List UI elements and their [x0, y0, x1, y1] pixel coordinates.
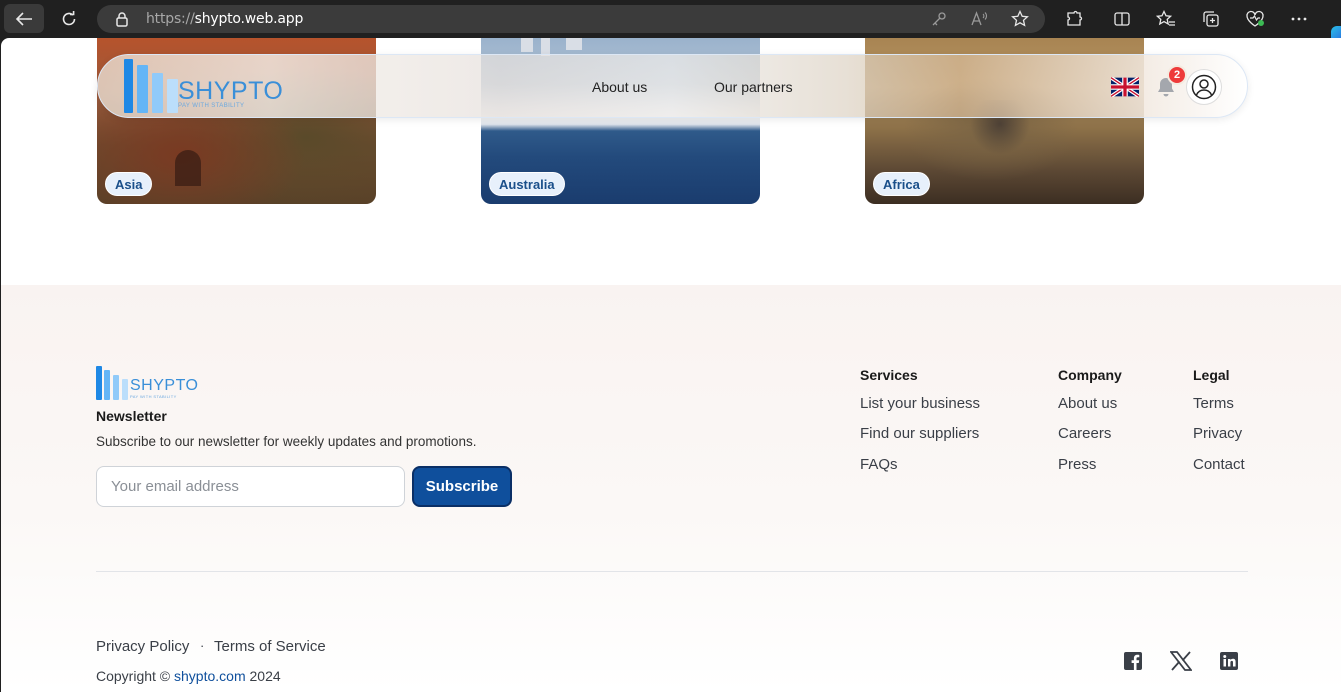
site-header: SHYPTO PAY WITH STABILITY About us Our p… [97, 54, 1248, 118]
browser-toolbar: https://shypto.web.app [0, 0, 1341, 38]
link-faqs[interactable]: FAQs [860, 456, 898, 473]
copilot-icon[interactable] [1331, 26, 1341, 38]
link-about-us[interactable]: About us [1058, 395, 1117, 412]
uk-flag-icon[interactable] [1111, 77, 1139, 97]
reload-icon [62, 10, 76, 25]
logo-wordmark: SHYPTO [178, 77, 284, 105]
copyright-site-link[interactable]: shypto.com [174, 668, 246, 684]
newsletter-description: Subscribe to our newsletter for weekly u… [96, 434, 477, 449]
linkedin-icon[interactable] [1218, 650, 1240, 672]
logo-bar [104, 370, 110, 400]
subscribe-button[interactable]: Subscribe [412, 466, 512, 507]
shypto-logo[interactable]: SHYPTO PAY WITH STABILITY [124, 57, 294, 113]
favorites-icon[interactable] [1155, 8, 1177, 30]
region-badge-asia: Asia [105, 172, 153, 196]
temple-arch-image [175, 150, 201, 186]
logo-bars-icon [124, 57, 180, 113]
browser-essentials-icon[interactable] [1244, 8, 1266, 30]
column-title-services: Services [860, 367, 918, 383]
footer-shypto-logo[interactable]: SHYPTO PAY WITH STABILITY [96, 364, 206, 400]
skyline-image [521, 38, 533, 52]
newsletter-title: Newsletter [96, 408, 167, 424]
page-viewport: Asia Australia Africa SHYPTO PAY WITH ST… [1, 38, 1341, 692]
site-footer: SHYPTO PAY WITH STABILITY Newsletter Sub… [1, 285, 1341, 692]
user-avatar-icon [1191, 74, 1217, 100]
region-badge-australia: Australia [489, 172, 565, 196]
link-contact[interactable]: Contact [1193, 456, 1245, 473]
logo-bars-icon [96, 366, 130, 400]
reload-button[interactable] [49, 4, 89, 33]
collections-icon[interactable] [1200, 8, 1222, 30]
read-aloud-icon[interactable] [969, 10, 989, 28]
nav-about-us[interactable]: About us [592, 79, 647, 95]
logo-wordmark: SHYPTO [130, 377, 199, 394]
address-bar[interactable]: https://shypto.web.app [97, 5, 1045, 33]
legal-separator: · [200, 638, 205, 653]
favorite-star-icon[interactable] [1010, 10, 1030, 28]
logo-bar [122, 379, 128, 400]
key-icon[interactable] [929, 10, 949, 28]
copyright-prefix: Copyright © [96, 668, 171, 684]
logo-bar [124, 59, 133, 113]
logo-bar [96, 366, 102, 400]
split-screen-icon[interactable] [1111, 8, 1133, 30]
url-host: shypto.web.app [194, 11, 304, 27]
logo-bar [167, 79, 178, 113]
region-badge-africa: Africa [873, 172, 930, 196]
more-icon[interactable] [1288, 8, 1310, 30]
link-find-our-suppliers[interactable]: Find our suppliers [860, 425, 979, 442]
url-text[interactable]: https://shypto.web.app [146, 11, 303, 27]
column-title-legal: Legal [1193, 367, 1230, 383]
extensions-icon[interactable] [1063, 8, 1085, 30]
footer-divider [96, 571, 1248, 572]
link-terms[interactable]: Terms [1193, 395, 1234, 412]
facebook-icon[interactable] [1122, 650, 1144, 672]
back-icon [15, 11, 32, 26]
url-scheme: https:// [146, 11, 195, 27]
terms-of-service-link[interactable]: Terms of Service [214, 638, 326, 655]
link-privacy[interactable]: Privacy [1193, 425, 1242, 442]
logo-bar [152, 73, 163, 113]
logo-tagline: PAY WITH STABILITY [130, 394, 177, 399]
user-account-button[interactable] [1186, 69, 1222, 105]
skyline-image [566, 38, 582, 50]
logo-bar [113, 375, 119, 400]
logo-bar [137, 65, 148, 113]
column-title-company: Company [1058, 367, 1122, 383]
link-list-your-business[interactable]: List your business [860, 395, 980, 412]
x-icon[interactable] [1170, 650, 1192, 672]
link-press[interactable]: Press [1058, 456, 1096, 473]
notification-count-badge: 2 [1167, 65, 1187, 85]
copyright-text: Copyright © shypto.com 2024 [96, 668, 281, 684]
back-button[interactable] [4, 4, 44, 33]
lock-icon[interactable] [115, 11, 129, 27]
copyright-year: 2024 [249, 668, 281, 684]
nav-our-partners[interactable]: Our partners [714, 79, 793, 95]
link-careers[interactable]: Careers [1058, 425, 1111, 442]
privacy-policy-link[interactable]: Privacy Policy [96, 638, 189, 655]
email-input[interactable] [96, 466, 405, 507]
